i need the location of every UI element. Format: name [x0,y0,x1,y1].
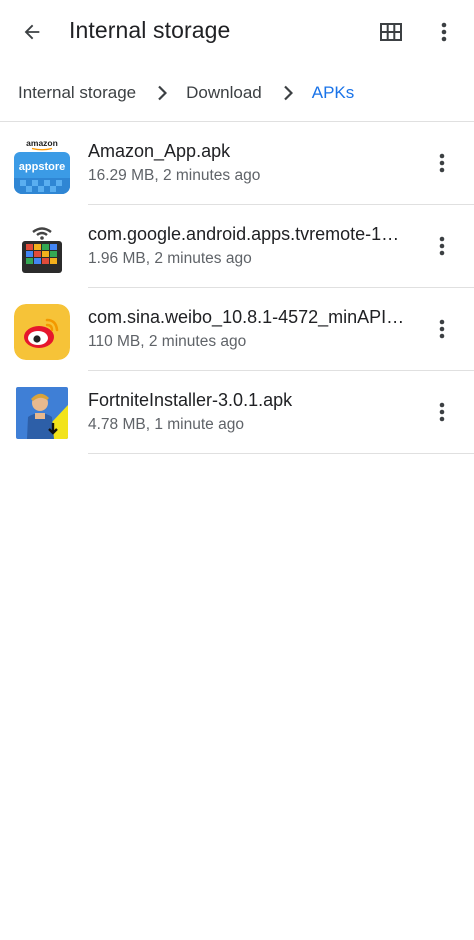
more-vert-icon [439,236,445,256]
item-more-button[interactable] [428,146,456,180]
breadcrumb: Internal storage Download APKs [18,80,354,106]
breadcrumb-apks[interactable]: APKs [312,83,355,103]
file-meta: 1.96 MB, 2 minutes ago [88,250,252,267]
weibo-icon [14,304,70,360]
more-vert-icon [441,22,447,42]
grid-view-button[interactable] [374,16,408,48]
file-meta: 110 MB, 2 minutes ago [88,333,247,350]
list-item[interactable]: FortniteInstaller-3.0.1.apk 4.78 MB, 1 m… [0,371,474,454]
item-more-button[interactable] [428,229,456,263]
item-more-button[interactable] [428,395,456,429]
file-name: com.sina.weibo_10.8.1-4572_minAPI… [88,307,405,327]
file-meta: 4.78 MB, 1 minute ago [88,416,244,433]
more-options-button[interactable] [430,16,458,48]
amazon-appstore-icon: amazon appstore [14,138,70,194]
breadcrumb-internal-storage[interactable]: Internal storage [18,83,136,103]
tv-remote-icon [14,221,70,277]
breadcrumb-download[interactable]: Download [186,83,262,103]
list-item[interactable]: amazon appstore Amazon_App.apk 16.29 MB,… [0,122,474,205]
file-list: amazon appstore Amazon_App.apk 16.29 MB,… [0,122,474,454]
list-item[interactable]: com.google.android.apps.tvremote-1… 1.96… [0,205,474,288]
file-name: FortniteInstaller-3.0.1.apk [88,390,293,410]
chevron-right-icon [152,83,172,103]
grid-view-icon [380,23,402,41]
arrow-back-icon [24,24,40,40]
fortnite-installer-icon [16,387,68,439]
file-name: com.google.android.apps.tvremote-1… [88,224,400,244]
file-name: Amazon_App.apk [88,141,231,161]
back-button[interactable] [14,16,50,48]
page-title: Internal storage [69,17,231,43]
more-vert-icon [439,402,445,422]
file-meta: 16.29 MB, 2 minutes ago [88,167,261,184]
more-vert-icon [439,319,445,339]
list-item[interactable]: com.sina.weibo_10.8.1-4572_minAPI… 110 M… [0,288,474,371]
svg-text:appstore: appstore [19,161,65,173]
svg-text:amazon: amazon [26,138,58,148]
row-divider [88,453,474,454]
more-vert-icon [439,153,445,173]
item-more-button[interactable] [428,312,456,346]
top-app-bar: Internal storage [0,0,474,64]
chevron-right-icon [278,83,298,103]
files-screen: Internal storage Internal storage Downlo… [0,0,474,940]
